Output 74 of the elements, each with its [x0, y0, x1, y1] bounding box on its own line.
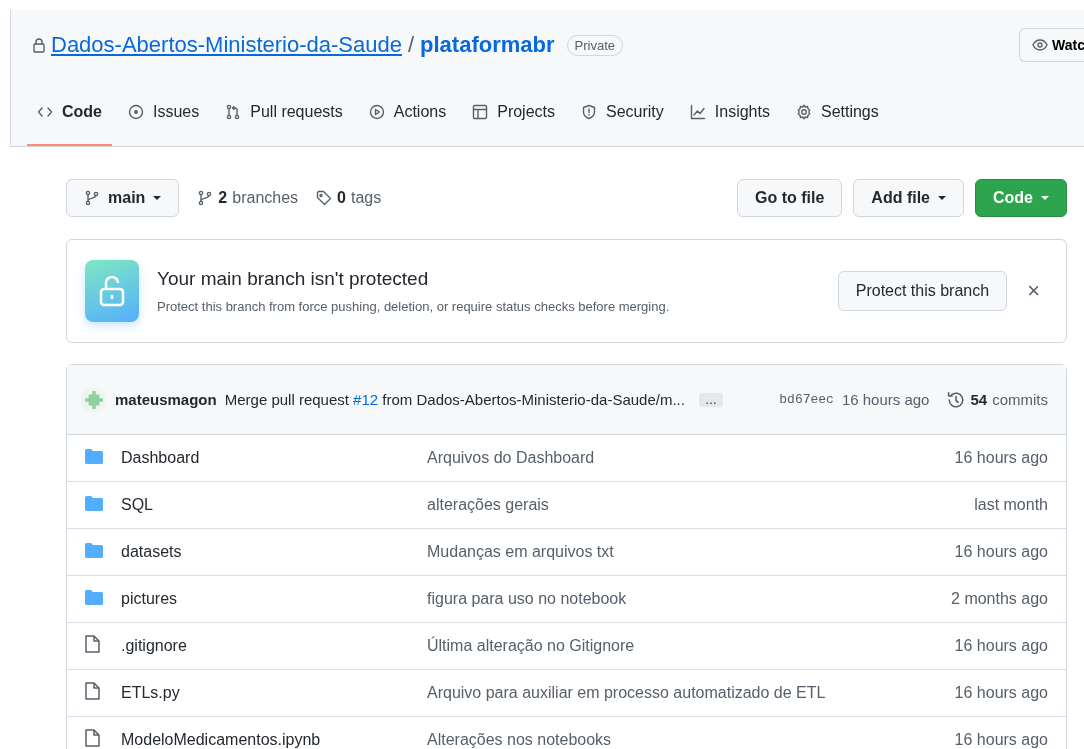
branches-count[interactable]: 2 [218, 189, 228, 207]
lock-icon [31, 37, 47, 53]
shield-icon [581, 104, 597, 120]
banner-description: Protect this branch from force pushing, deletion, or require status checks before merging. [157, 299, 670, 314]
unlocked-padlock-icon [85, 260, 139, 322]
file-name-link[interactable]: datasets [121, 543, 427, 561]
commit-message-link[interactable]: Alterações nos notebooks [427, 731, 955, 749]
file-name-link[interactable]: Dashboard [121, 449, 427, 467]
commit-time: 16 hours ago [954, 637, 1048, 655]
table-icon [472, 104, 489, 120]
tags-label[interactable]: tags [351, 189, 382, 207]
commit-time: 16 hours ago [954, 449, 1048, 467]
commit-time: 2 months ago [951, 590, 1048, 608]
folder-icon [85, 495, 103, 511]
file-name-link[interactable]: SQL [121, 496, 427, 514]
path-separator: / [407, 32, 415, 58]
commit-message-link[interactable]: Última alteração no Gitignore [427, 637, 955, 655]
commit-message-link[interactable]: alterações gerais [427, 496, 975, 514]
commit-message-link[interactable]: figura para uso no notebook [427, 590, 952, 608]
banner-title: Your main branch isn't protected [157, 268, 430, 290]
commit-time: last month [974, 496, 1048, 514]
commit-message-link[interactable]: Mudanças em arquivos txt [427, 543, 955, 561]
branch-icon [84, 190, 100, 206]
folder-icon [85, 542, 103, 558]
repo-name-link[interactable]: plataformabr [420, 32, 555, 58]
settings-icon [795, 104, 812, 120]
repo-tab[interactable]: Code [27, 80, 112, 146]
pull-request-link[interactable]: #12 [353, 391, 379, 408]
repo-tab[interactable]: Settings [785, 80, 889, 146]
graph-icon [689, 104, 706, 120]
repo-tab[interactable]: Issues [118, 80, 210, 146]
history-icon [947, 390, 966, 409]
folder-icon [85, 448, 103, 464]
add-file-button[interactable]: Add file [853, 179, 964, 217]
folder-icon [85, 589, 103, 605]
file-name-link[interactable]: pictures [121, 590, 427, 608]
commit-time: 16 hours ago [954, 731, 1048, 749]
play-icon [368, 104, 385, 120]
expand-message-button[interactable]: … [698, 392, 723, 407]
owner-link[interactable]: Dados-Abertos-Ministerio-da-Saude [51, 32, 402, 58]
branch-select[interactable]: main [66, 179, 180, 217]
go-to-file-button[interactable]: Go to file [737, 179, 843, 217]
commit-message[interactable]: Merge pull request #12 from Dados-Abertos-Ministerio-da-Saude/m... [224, 391, 685, 408]
repo-tab[interactable]: Insights [679, 80, 780, 146]
repo-tab[interactable]: Projects [462, 80, 565, 146]
repo-tab[interactable]: Actions [358, 80, 457, 146]
commit-sha[interactable]: bd67eec [779, 392, 834, 407]
tag-icon [316, 190, 333, 206]
file-icon [85, 729, 100, 747]
branch-icon [197, 190, 214, 206]
eye-icon [1032, 37, 1049, 53]
issue-icon [128, 104, 144, 120]
repo-tab[interactable]: Security [571, 80, 674, 146]
tags-count[interactable]: 0 [337, 189, 346, 207]
commits-count[interactable]: 54 [970, 391, 988, 408]
file-name-link[interactable]: .gitignore [121, 637, 427, 655]
watch-button[interactable]: Watc [1019, 28, 1084, 62]
file-icon [85, 635, 100, 653]
protect-branch-button[interactable]: Protect this branch [837, 271, 1008, 311]
commit-message-link[interactable]: Arquivos do Dashboard [427, 449, 955, 467]
file-name-link[interactable]: ETLs.py [121, 684, 427, 702]
file-icon [85, 682, 100, 700]
close-button[interactable]: × [1027, 278, 1040, 304]
commit-message-link[interactable]: Arquivo para auxiliar em processo automatizado de ETL [427, 684, 955, 702]
commit-author[interactable]: mateusmagon [115, 391, 217, 408]
pull-request-icon [225, 104, 242, 120]
commit-time: 16 hours ago [841, 391, 930, 408]
commits-label[interactable]: commits [992, 391, 1048, 408]
branches-label[interactable]: branches [232, 189, 299, 207]
file-name-link[interactable]: ModeloMedicamentos.ipynb [121, 731, 427, 749]
commit-time: 16 hours ago [954, 543, 1048, 561]
avatar[interactable] [81, 386, 107, 413]
commit-time: 16 hours ago [954, 684, 1048, 702]
repo-tab[interactable]: Pull requests [215, 80, 353, 146]
